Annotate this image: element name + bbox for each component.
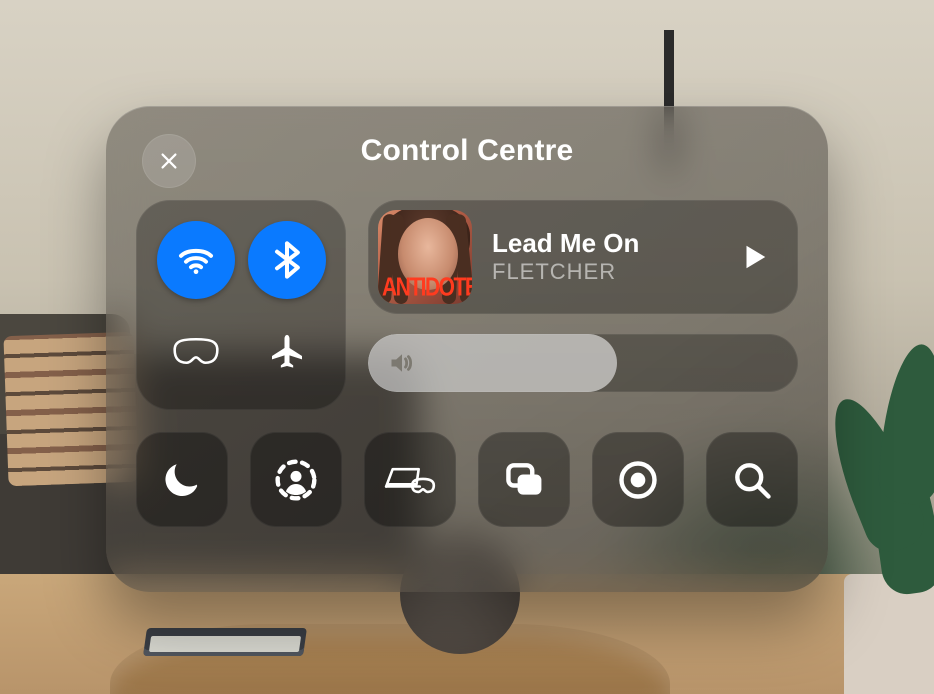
album-label: ANTIDOTE	[382, 273, 472, 303]
utility-tiles-row	[136, 432, 798, 527]
connectivity-group	[136, 200, 346, 410]
track-artist: FLETCHER	[492, 259, 712, 285]
search-icon	[730, 458, 774, 502]
guest-user-icon	[274, 458, 318, 502]
book-pages-shape	[149, 636, 301, 652]
vision-pro-icon	[170, 335, 222, 367]
play-icon	[739, 242, 769, 272]
search-tile[interactable]	[706, 432, 798, 527]
panel-title: Control Centre	[136, 134, 798, 168]
album-art: ANTIDOTE	[378, 210, 472, 304]
airplane-icon	[267, 331, 307, 371]
control-centre-panel: Control Centre	[106, 106, 828, 592]
wifi-icon	[176, 240, 216, 280]
background-scene: Control Centre	[0, 0, 934, 694]
capture-tile[interactable]	[592, 432, 684, 527]
wifi-toggle[interactable]	[157, 221, 235, 299]
travel-mode-toggle[interactable]	[157, 312, 235, 390]
bluetooth-toggle[interactable]	[248, 221, 326, 299]
play-button[interactable]	[732, 235, 776, 279]
speaker-icon	[388, 349, 416, 377]
guest-user-tile[interactable]	[250, 432, 342, 527]
record-icon	[616, 458, 660, 502]
bluetooth-icon	[267, 240, 307, 280]
now-playing-tile[interactable]: ANTIDOTE Lead Me On FLETCHER	[368, 200, 798, 314]
track-info: Lead Me On FLETCHER	[492, 229, 712, 285]
focus-tile[interactable]	[136, 432, 228, 527]
overlapping-windows-icon	[502, 458, 546, 502]
mac-virtual-display-icon	[384, 462, 436, 498]
track-title: Lead Me On	[492, 229, 712, 259]
volume-slider[interactable]	[368, 334, 798, 392]
moon-icon	[160, 458, 204, 502]
airplane-mode-toggle[interactable]	[248, 312, 326, 390]
screen-mirroring-tile[interactable]	[478, 432, 570, 527]
mac-virtual-display-tile[interactable]	[364, 432, 456, 527]
panel-header: Control Centre	[136, 134, 798, 178]
